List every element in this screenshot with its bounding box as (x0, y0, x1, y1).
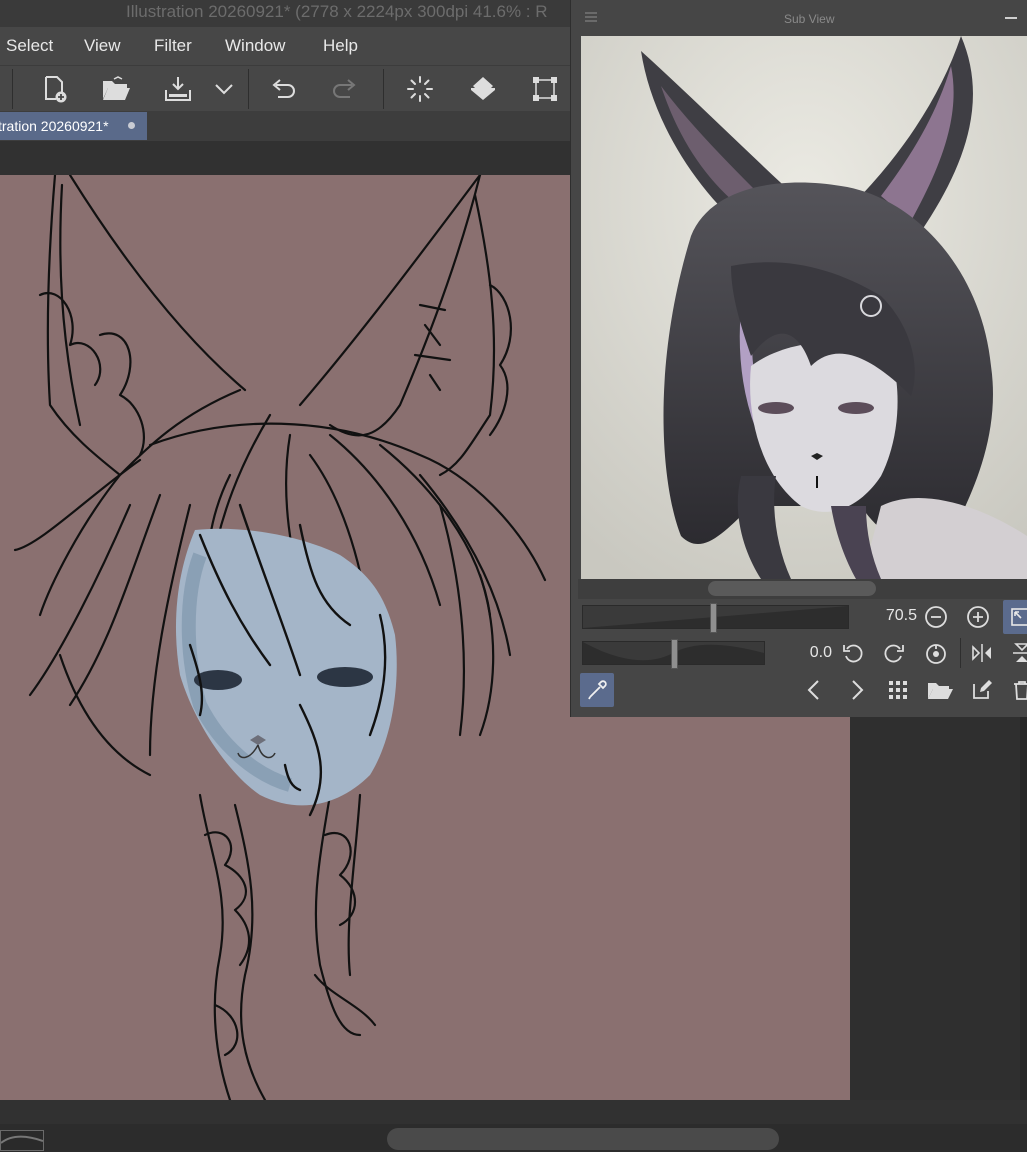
document-tab-label: tration 20260921* (0, 118, 109, 134)
fill-button[interactable] (463, 70, 503, 108)
import-image-button[interactable] (923, 673, 957, 707)
menu-view[interactable]: View (84, 36, 121, 56)
transform-icon (533, 77, 557, 101)
zoom-in-icon (967, 606, 989, 628)
edit-image-button[interactable] (965, 673, 999, 707)
loading-spinner-icon (407, 76, 433, 102)
undo-icon (272, 79, 295, 98)
new-file-button[interactable] (34, 70, 74, 108)
menu-window[interactable]: Window (225, 36, 285, 56)
canvas-bottom-margin (0, 1100, 1027, 1124)
zoom-slider[interactable] (582, 603, 849, 633)
navigator-thumbnail[interactable] (0, 1130, 44, 1151)
flip-horizontal-icon (972, 644, 991, 662)
panel-menu-icon[interactable] (584, 11, 598, 23)
sub-view-title-bar: Sub View (570, 5, 1027, 29)
reset-rotation-button[interactable] (919, 636, 953, 670)
toolbar-divider (383, 69, 384, 109)
fit-view-icon (1011, 608, 1027, 626)
sub-view-scrollbar[interactable] (578, 579, 1027, 599)
menu-help[interactable]: Help (323, 36, 358, 56)
menu-filter[interactable]: Filter (154, 36, 192, 56)
open-folder-icon (928, 683, 953, 699)
redo-button[interactable] (325, 70, 365, 108)
new-file-icon (45, 76, 67, 103)
window-title-bar: Illustration 20260921* (2778 x 2224px 30… (0, 0, 575, 27)
navigator-preview-icon (1, 1135, 43, 1144)
command-toolbar (0, 65, 570, 112)
reference-photo (581, 36, 1027, 579)
eyedropper-button[interactable] (580, 673, 614, 707)
previous-image-button[interactable] (797, 673, 831, 707)
reference-image[interactable] (581, 36, 1027, 579)
save-options-dropdown[interactable] (206, 70, 242, 108)
document-tab[interactable]: tration 20260921* (0, 112, 147, 140)
flip-vertical-icon (1013, 643, 1027, 662)
menu-bar: Select View Filter Window Help (0, 27, 570, 65)
save-button[interactable] (158, 70, 198, 108)
toolbar-divider (960, 638, 961, 668)
flip-horizontal-button[interactable] (965, 636, 999, 670)
chevron-down-icon (215, 84, 233, 95)
edit-icon (973, 680, 992, 699)
delete-image-button[interactable] (1005, 673, 1027, 707)
open-folder-icon (103, 76, 130, 100)
open-file-button[interactable] (96, 70, 136, 108)
toolbar-divider (12, 69, 13, 109)
trash-icon (1014, 681, 1027, 700)
side-panel-edge (1020, 717, 1027, 1100)
redo-icon (333, 79, 356, 98)
fill-bucket-icon (471, 77, 495, 100)
window-title: Illustration 20260921* (2778 x 2224px 30… (126, 2, 548, 21)
image-grid-button[interactable] (881, 673, 915, 707)
toolbar-divider (248, 69, 249, 109)
zoom-out-button[interactable] (919, 600, 953, 634)
undo-button[interactable] (263, 70, 303, 108)
document-tab-bar: tration 20260921* (0, 111, 570, 141)
horizontal-scrollbar[interactable] (387, 1128, 779, 1150)
sub-view-title: Sub View (784, 12, 835, 26)
save-icon (165, 77, 191, 101)
zoom-in-button[interactable] (961, 600, 995, 634)
unsaved-indicator (128, 122, 135, 129)
zoom-slider-knob[interactable] (709, 603, 717, 633)
rotate-right-icon (884, 644, 904, 663)
rotate-slider-knob[interactable] (670, 639, 678, 669)
rotate-slider[interactable] (582, 639, 765, 669)
menu-select[interactable]: Select (6, 36, 53, 56)
minimize-icon[interactable] (1005, 17, 1017, 19)
next-image-button[interactable] (840, 673, 874, 707)
grid-icon (889, 681, 907, 699)
zoom-out-icon (925, 606, 947, 628)
reset-rotation-icon (926, 644, 946, 664)
rotate-left-icon (843, 644, 863, 663)
chevron-right-icon (852, 680, 864, 700)
sub-view-scroll-thumb[interactable] (708, 581, 876, 596)
spinner-button[interactable] (400, 70, 440, 108)
zoom-value: 70.5 (885, 607, 917, 624)
rotate-left-button[interactable] (836, 636, 870, 670)
rotate-right-button[interactable] (877, 636, 911, 670)
canvas-margin (0, 141, 570, 175)
transform-button[interactable] (525, 70, 565, 108)
rotate-value: 0.0 (809, 644, 832, 661)
chevron-left-icon (807, 680, 819, 700)
fit-view-button[interactable] (1003, 600, 1027, 634)
flip-vertical-button[interactable] (1005, 636, 1027, 670)
side-panel-area (850, 717, 1027, 1100)
eyedropper-icon (588, 680, 607, 700)
